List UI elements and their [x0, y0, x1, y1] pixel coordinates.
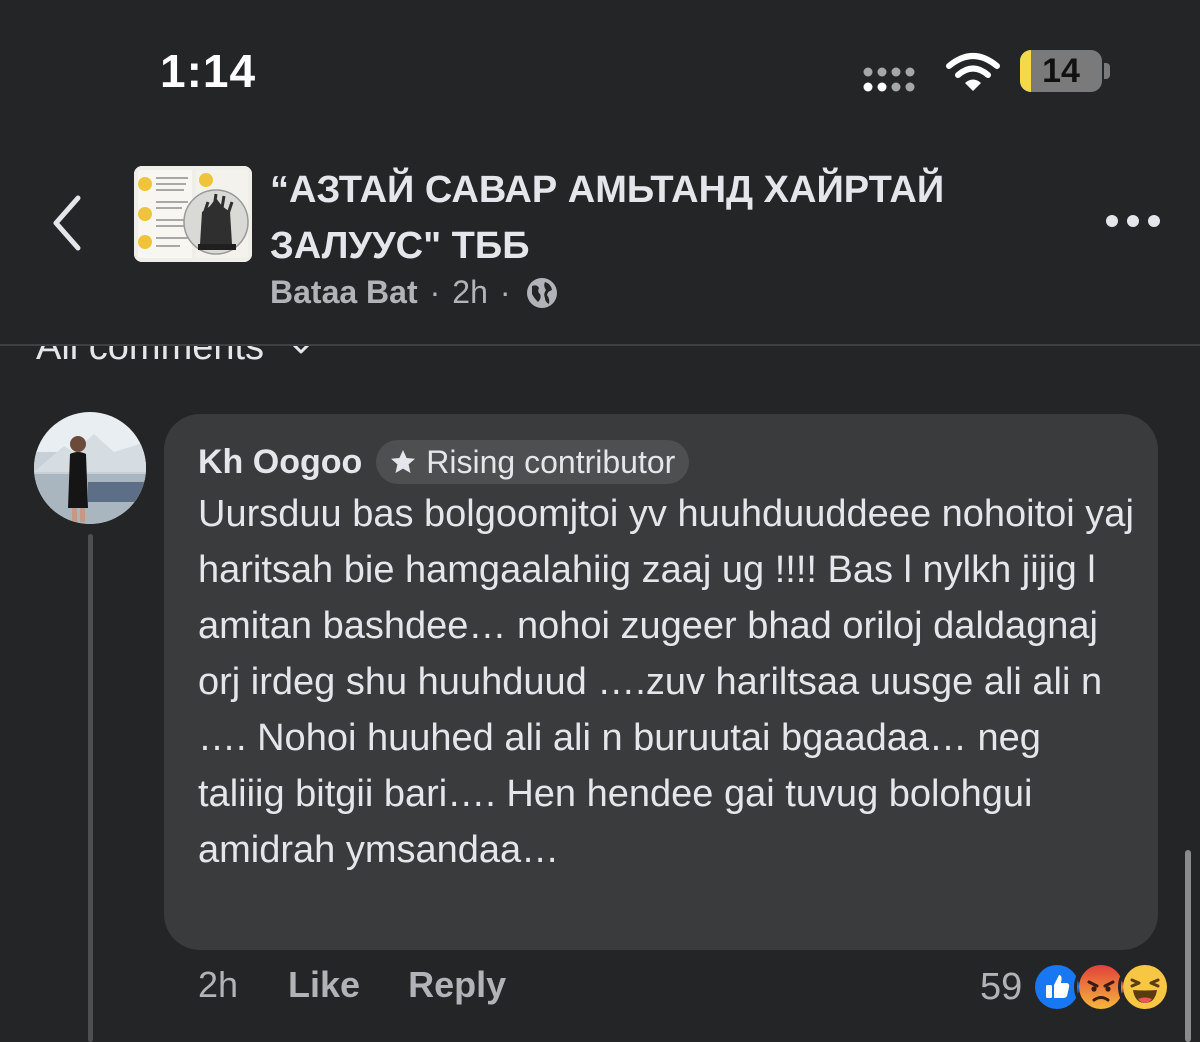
commenter-avatar[interactable]	[34, 412, 146, 524]
more-horizontal-icon	[1106, 215, 1160, 227]
chevron-down-icon	[293, 346, 309, 353]
meta-separator: ·	[499, 274, 511, 310]
battery-indicator: 14	[1020, 50, 1102, 92]
thread-line	[88, 534, 93, 1042]
back-button[interactable]	[44, 190, 94, 256]
meta-separator: ·	[429, 274, 441, 310]
battery-tip	[1104, 63, 1110, 79]
post-author[interactable]: Bataa Bat	[270, 274, 418, 311]
comments-filter-button[interactable]: All comments	[36, 346, 312, 369]
comment-time[interactable]: 2h	[198, 964, 238, 1006]
commenter-name[interactable]: Kh Oogoo	[198, 443, 362, 482]
comment-actions: 2h Like Reply	[198, 964, 506, 1006]
reply-button[interactable]: Reply	[408, 964, 506, 1006]
reactions-summary[interactable]: 59	[980, 960, 1173, 1014]
badge-label: Rising contributor	[426, 443, 676, 480]
comments-filter-label: All comments	[36, 346, 265, 368]
comment-header: Kh Oogoo Rising contributor	[198, 440, 690, 484]
haha-reaction-icon	[1118, 960, 1173, 1014]
avatar-image	[34, 412, 146, 524]
cellular-signal-icon	[863, 67, 915, 92]
post-meta: Bataa Bat · 2h ·	[270, 274, 559, 311]
contributor-badge[interactable]: Rising contributor	[376, 440, 690, 484]
like-button[interactable]: Like	[288, 964, 360, 1006]
comment-text: Uursduu bas bolgoomjtoi yv huuhduuddeee …	[198, 493, 1134, 871]
scrollbar[interactable]	[1185, 850, 1191, 1042]
group-title[interactable]: “АЗТАЙ САВАР АМЬТАНД ХАЙРТАЙ ЗАЛУУС" ТББ	[270, 162, 1070, 274]
group-avatar[interactable]	[134, 166, 252, 262]
globe-icon	[526, 277, 557, 308]
group-avatar-image	[134, 166, 252, 262]
star-icon	[391, 450, 416, 473]
status-time: 1:14	[160, 45, 257, 97]
wifi-icon	[946, 53, 1000, 91]
post-time[interactable]: 2h	[452, 274, 488, 311]
chevron-left-icon	[53, 195, 81, 251]
battery-percent: 14	[1042, 52, 1080, 90]
reaction-count: 59	[980, 965, 1023, 1008]
comments-filter-area: All comments	[0, 346, 1200, 376]
comments-screen: 1:14 14 “АЗТАЙ САВАР АМЬТАНД ХАЙРТАЙ ЗАЛ…	[0, 0, 1200, 1042]
more-options-button[interactable]	[1104, 206, 1162, 236]
